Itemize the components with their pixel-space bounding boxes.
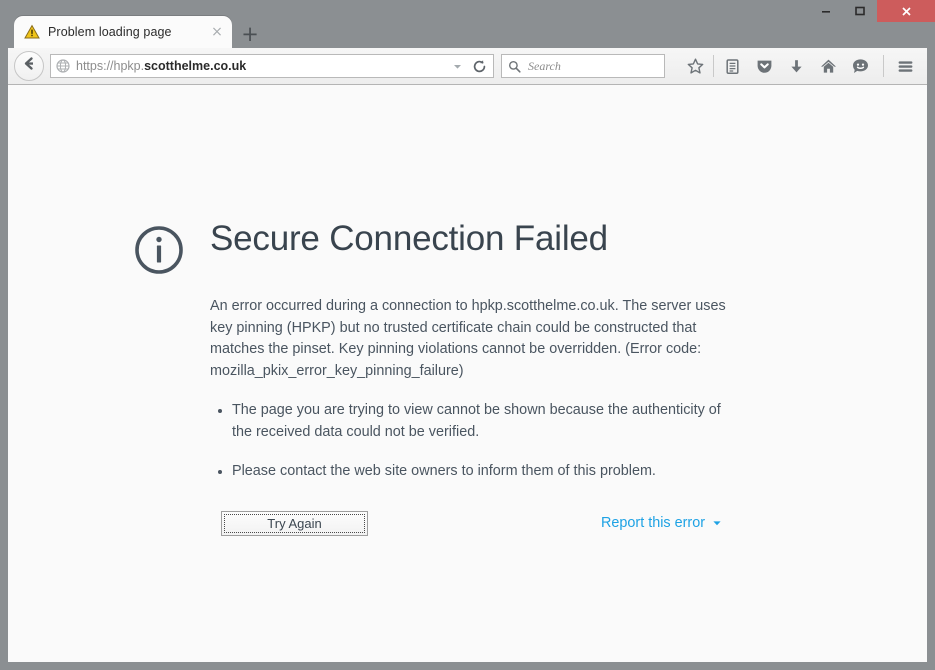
error-header: Secure Connection Failed (133, 219, 753, 276)
tab-title: Problem loading page (48, 25, 172, 39)
arrow-left-icon (21, 55, 38, 77)
home-icon[interactable] (812, 51, 844, 81)
new-tab-button[interactable]: + (236, 20, 264, 48)
error-body: An error occurred during a connection to… (210, 296, 730, 536)
pocket-icon[interactable] (748, 51, 780, 81)
error-description: An error occurred during a connection to… (210, 298, 726, 379)
toolbar-icon-group (679, 51, 921, 81)
url-domain: scotthelme.co.uk (144, 59, 247, 73)
browser-tab-active[interactable]: Problem loading page × (14, 16, 232, 48)
download-icon[interactable] (780, 51, 812, 81)
url-bar[interactable]: https://hpkp.scotthelme.co.uk (50, 54, 494, 78)
tab-close-icon[interactable]: × (208, 23, 226, 41)
list-item: The page you are trying to view cannot b… (218, 400, 730, 443)
reload-icon[interactable] (467, 59, 491, 74)
search-placeholder: Search (528, 58, 561, 73)
error-bullet-list: The page you are trying to view cannot b… (210, 400, 730, 483)
globe-icon (56, 59, 70, 73)
reader-list-icon[interactable] (716, 51, 748, 81)
search-input[interactable]: Search (501, 54, 665, 78)
list-item: Please contact the web site owners to in… (218, 461, 730, 483)
navigation-toolbar: https://hpkp.scotthelme.co.uk Search (8, 48, 927, 85)
toolbar-separator-menu (883, 55, 884, 77)
try-again-label: Try Again (267, 515, 322, 531)
feedback-smiley-icon[interactable] (844, 51, 876, 81)
back-button[interactable] (14, 51, 44, 81)
page-title: Secure Connection Failed (210, 219, 608, 258)
minimize-button[interactable] (809, 0, 843, 22)
toolbar-separator (713, 55, 714, 77)
info-circle-icon (133, 224, 185, 276)
close-window-button[interactable] (877, 0, 935, 22)
chevron-down-icon (712, 518, 722, 528)
title-bar: Problem loading page × + (0, 0, 935, 48)
hamburger-menu-icon[interactable] (889, 51, 921, 81)
report-error-link[interactable]: Report this error (601, 515, 722, 531)
error-actions: Try Again Report this error (210, 510, 730, 536)
window-controls (809, 0, 935, 22)
try-again-button[interactable]: Try Again (221, 510, 368, 536)
star-icon[interactable] (679, 51, 711, 81)
error-page: Secure Connection Failed An error occurr… (133, 219, 753, 536)
page-content-area: Secure Connection Failed An error occurr… (8, 85, 927, 662)
report-error-label: Report this error (601, 515, 705, 531)
maximize-button[interactable] (843, 0, 877, 22)
browser-window: Problem loading page × + https://hpkp.sc… (0, 0, 935, 670)
warning-triangle-icon (24, 24, 40, 40)
chevron-down-icon[interactable] (447, 61, 467, 72)
url-text: https://hpkp.scotthelme.co.uk (76, 59, 447, 73)
search-icon (508, 60, 522, 73)
url-prefix: https://hpkp. (76, 59, 145, 73)
